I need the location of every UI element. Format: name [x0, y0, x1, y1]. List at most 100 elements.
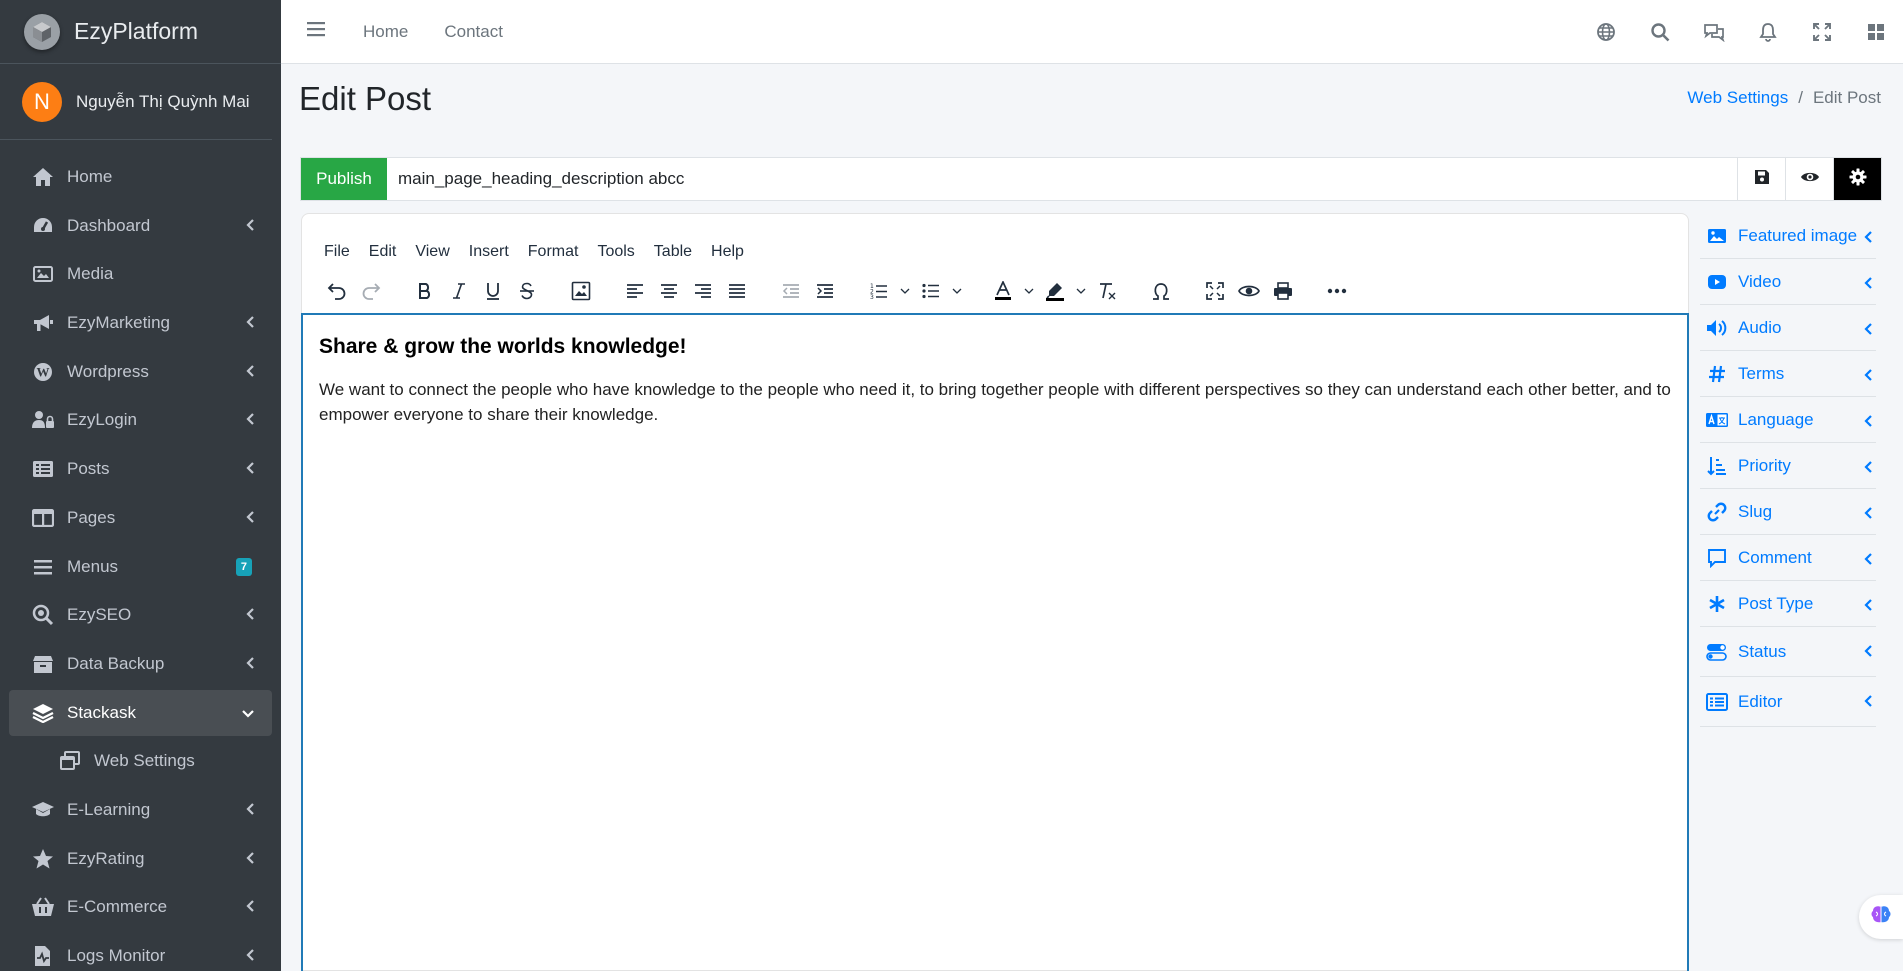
clear-formatting-icon[interactable]	[1090, 274, 1124, 308]
numbered-list-icon[interactable]: 123	[862, 274, 896, 308]
volume-up-icon	[1705, 319, 1729, 337]
brand[interactable]: EzyPlatform	[0, 0, 281, 64]
shopping-basket-icon	[30, 896, 56, 918]
sidebar-item-label: Pages	[67, 507, 116, 527]
globe-icon[interactable]	[1579, 0, 1633, 64]
highlighter-icon[interactable]	[1038, 274, 1072, 308]
breadcrumb-web-settings-link[interactable]: Web Settings	[1687, 88, 1788, 108]
menu-help[interactable]: Help	[711, 243, 744, 261]
menu-tools[interactable]: Tools	[597, 243, 634, 261]
menu-file[interactable]: File	[324, 243, 350, 261]
menu-format[interactable]: Format	[528, 243, 579, 261]
assistant-floating-button[interactable]	[1859, 895, 1903, 939]
indent-icon[interactable]	[808, 274, 842, 308]
panel-terms[interactable]: Terms	[1700, 351, 1876, 397]
post-title-input[interactable]	[387, 158, 1737, 200]
hamburger-icon[interactable]	[307, 21, 325, 42]
panel-editor[interactable]: Editor	[1700, 677, 1876, 727]
menu-table[interactable]: Table	[654, 243, 692, 261]
align-center-icon[interactable]	[652, 274, 686, 308]
bell-icon[interactable]	[1741, 0, 1795, 64]
user-name: Nguyễn Thị Quỳnh Mai	[76, 91, 250, 111]
text-color-icon[interactable]	[986, 274, 1020, 308]
panel-status[interactable]: Status	[1700, 627, 1876, 677]
sidebar-item-home[interactable]: Home	[9, 154, 272, 200]
menu-insert[interactable]: Insert	[469, 243, 509, 261]
align-justify-icon[interactable]	[720, 274, 754, 308]
sort-amount-icon	[1705, 456, 1729, 476]
panel-featured-image[interactable]: Featured image	[1700, 213, 1876, 259]
sidebar-item-logs-monitor[interactable]: Logs Monitor	[9, 933, 272, 971]
settings-button[interactable]	[1833, 158, 1881, 200]
menu-view[interactable]: View	[415, 243, 449, 261]
sidebar-item-ezymarketing[interactable]: EzyMarketing	[9, 300, 272, 346]
sidebar-item-e-learning[interactable]: E-Learning	[9, 787, 272, 833]
star-icon	[30, 848, 56, 870]
bullet-list-icon[interactable]	[914, 274, 948, 308]
editor-content-area[interactable]: Share & grow the worlds knowledge! We wa…	[301, 313, 1689, 971]
sidebar-item-data-backup[interactable]: Data Backup	[9, 641, 272, 687]
topnav-home-link[interactable]: Home	[363, 22, 408, 42]
sidebar-item-stackask[interactable]: Stackask	[9, 689, 272, 736]
undo-icon[interactable]	[320, 274, 354, 308]
editor-menubar: File Edit View Insert Format Tools Table…	[302, 214, 1688, 269]
sidebar-item-posts[interactable]: Posts	[9, 446, 272, 492]
panel-item-label: Status	[1738, 641, 1787, 661]
user-panel[interactable]: N Nguyễn Thị Quỳnh Mai	[0, 64, 272, 140]
align-right-icon[interactable]	[686, 274, 720, 308]
align-left-icon[interactable]	[618, 274, 652, 308]
special-character-icon[interactable]	[1144, 274, 1178, 308]
fullscreen-icon[interactable]	[1198, 274, 1232, 308]
save-button[interactable]	[1737, 158, 1785, 200]
panel-video[interactable]: Video	[1700, 259, 1876, 305]
insert-image-icon[interactable]	[564, 274, 598, 308]
menu-edit[interactable]: Edit	[369, 243, 397, 261]
publish-button[interactable]: Publish	[301, 158, 387, 200]
underline-icon[interactable]	[476, 274, 510, 308]
chevron-left-icon	[1864, 552, 1872, 570]
list-alt-icon	[30, 458, 56, 480]
chevron-left-icon	[246, 607, 254, 625]
sidebar: EzyPlatform N Nguyễn Thị Quỳnh Mai Home …	[0, 0, 281, 971]
sidebar-item-media[interactable]: Media	[9, 251, 272, 297]
print-icon[interactable]	[1266, 274, 1300, 308]
chevron-down-icon[interactable]	[1072, 288, 1090, 294]
outdent-icon[interactable]	[774, 274, 808, 308]
panel-comment[interactable]: Comment	[1700, 535, 1876, 581]
panel-item-label: Post Type	[1738, 593, 1814, 613]
grid-apps-icon[interactable]	[1849, 0, 1903, 64]
redo-icon[interactable]	[354, 274, 388, 308]
expand-icon[interactable]	[1795, 0, 1849, 64]
window-restore-icon	[57, 750, 83, 772]
bold-icon[interactable]	[408, 274, 442, 308]
user-lock-icon	[30, 409, 56, 431]
panel-audio[interactable]: Audio	[1700, 305, 1876, 351]
topnav-contact-link[interactable]: Contact	[444, 22, 503, 42]
comments-icon[interactable]	[1687, 0, 1741, 64]
more-options-icon[interactable]	[1320, 274, 1354, 308]
sidebar-item-pages[interactable]: Pages	[9, 495, 272, 541]
sidebar-item-dashboard[interactable]: Dashboard	[9, 203, 272, 249]
sidebar-item-e-commerce[interactable]: E-Commerce	[9, 884, 272, 930]
chevron-down-icon[interactable]	[1020, 288, 1038, 294]
sidebar-item-wordpress[interactable]: W Wordpress	[9, 349, 272, 395]
sidebar-item-ezyseo[interactable]: EzySEO	[9, 592, 272, 638]
sidebar-item-ezylogin[interactable]: EzyLogin	[9, 397, 272, 443]
panel-language[interactable]: Language	[1700, 397, 1876, 443]
sidebar-item-ezyrating[interactable]: EzyRating	[9, 836, 272, 882]
panel-slug[interactable]: Slug	[1700, 489, 1876, 535]
italic-icon[interactable]	[442, 274, 476, 308]
chevron-left-icon	[1864, 506, 1872, 524]
comment-icon	[1705, 548, 1729, 568]
preview-eye-icon[interactable]	[1232, 274, 1266, 308]
preview-button[interactable]	[1785, 158, 1833, 200]
bars-icon	[30, 556, 56, 578]
search-icon[interactable]	[1633, 0, 1687, 64]
sidebar-item-web-settings[interactable]: Web Settings	[9, 738, 272, 784]
chevron-down-icon[interactable]	[896, 288, 914, 294]
panel-post-type[interactable]: Post Type	[1700, 581, 1876, 627]
sidebar-item-menus[interactable]: Menus 7	[9, 544, 272, 590]
strikethrough-icon[interactable]	[510, 274, 544, 308]
panel-priority[interactable]: Priority	[1700, 443, 1876, 489]
chevron-down-icon[interactable]	[948, 288, 966, 294]
